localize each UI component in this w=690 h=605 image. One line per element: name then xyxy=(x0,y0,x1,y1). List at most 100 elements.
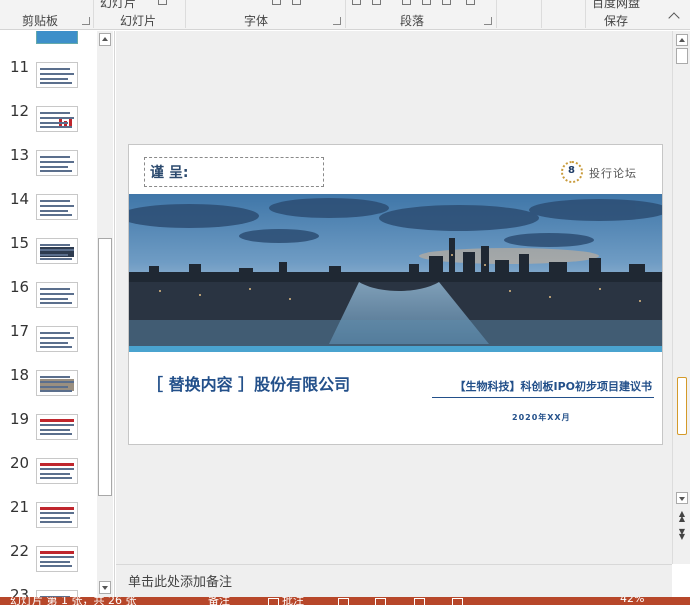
slide-thumbnail-item[interactable]: 19 xyxy=(0,410,96,458)
thumb-text-line xyxy=(40,429,70,431)
present-to-textbox[interactable]: 谨 呈: xyxy=(144,157,324,187)
notes-placeholder: 单击此处添加备注 xyxy=(128,575,233,590)
thumb-text-line xyxy=(40,126,72,128)
baidu-netdisk-button[interactable]: 百度网盘 xyxy=(592,0,640,11)
paragraph-launcher-icon[interactable] xyxy=(484,17,492,25)
slide-thumbnail-image[interactable] xyxy=(36,326,78,352)
thumb-text-line xyxy=(40,258,72,260)
thumb-text-line xyxy=(40,112,70,114)
thumb-text-line xyxy=(40,205,74,207)
slide-number: 20 xyxy=(10,454,30,472)
thumb-text-line xyxy=(40,512,74,514)
slide-thumbnail-image[interactable] xyxy=(36,62,78,88)
normal-view-icon[interactable] xyxy=(338,598,349,605)
thumb-text-line xyxy=(40,376,70,378)
slide-thumbnail-item[interactable]: 14 xyxy=(0,190,96,238)
align-right-icon[interactable] xyxy=(402,0,411,5)
zoom-level[interactable]: 42% xyxy=(620,597,644,605)
slide-thumbnail-image[interactable] xyxy=(36,194,78,220)
clipboard-launcher-icon[interactable] xyxy=(82,17,90,25)
slide-thumbnail-item[interactable]: 17 xyxy=(0,322,96,370)
columns-icon[interactable] xyxy=(442,0,451,5)
slideshow-icon[interactable] xyxy=(452,598,463,605)
slide-thumbnail-item[interactable]: 22 xyxy=(0,542,96,590)
thumb-text-line xyxy=(40,73,74,75)
slide-thumbnail-image[interactable] xyxy=(36,458,78,484)
slide-number: 22 xyxy=(10,542,30,560)
text-direction-icon[interactable] xyxy=(466,0,475,5)
notes-button[interactable]: 备注 xyxy=(208,597,230,605)
editor-scroll-up-button[interactable] xyxy=(676,34,688,46)
slide-sorter-icon[interactable] xyxy=(375,598,386,605)
project-title[interactable]: 【生物科技】科创板IPO初步项目建议书 xyxy=(454,378,652,394)
previous-slide-icon[interactable]: ▲ ▲ xyxy=(678,510,686,523)
font-launcher-icon[interactable] xyxy=(333,17,341,25)
current-slide[interactable]: 谨 呈: 8 投行论坛 ［ 替换内容 ］股份有限公司 【生物科技】科创板IPO初… xyxy=(128,144,663,445)
thumb-red-header xyxy=(40,507,74,510)
slide-editor: 谨 呈: 8 投行论坛 ［ 替换内容 ］股份有限公司 【生物科技】科创板IPO初… xyxy=(116,31,672,564)
slide-thumbnail-item[interactable]: 16 xyxy=(0,278,96,326)
slide-number: 15 xyxy=(10,234,30,252)
slide-number: 17 xyxy=(10,322,30,340)
slide-date[interactable]: 2020年XX月 xyxy=(512,412,571,423)
slide-thumbnail-item[interactable]: 18 xyxy=(0,366,96,414)
logo-number: 8 xyxy=(568,165,575,176)
slide-thumbnail-item[interactable]: 11 xyxy=(0,58,96,106)
thumbnail-scrollbar[interactable] xyxy=(97,31,113,597)
editor-scroll-track-top[interactable] xyxy=(676,48,688,64)
chevron-down-icon xyxy=(679,497,685,501)
justify-icon[interactable] xyxy=(422,0,431,5)
comments-button[interactable]: 批注 xyxy=(282,597,304,605)
align-center-icon[interactable] xyxy=(372,0,381,5)
slide-thumbnail-image[interactable] xyxy=(36,238,78,264)
present-to-label: 谨 呈: xyxy=(150,165,189,181)
accent-band xyxy=(129,346,662,352)
thumb-text-line xyxy=(40,473,70,475)
chevron-up-icon xyxy=(102,37,108,41)
slide-thumbnail-item[interactable]: 23 xyxy=(0,586,96,597)
font-option-icon-2[interactable] xyxy=(292,0,301,5)
thumb-text-line xyxy=(40,302,72,304)
editor-scroll-down-button[interactable] xyxy=(676,492,688,504)
comments-icon[interactable] xyxy=(268,598,279,605)
slide-thumbnail-image[interactable] xyxy=(36,590,78,597)
new-slide-button[interactable]: 幻灯片 xyxy=(100,0,136,11)
scroll-thumb[interactable] xyxy=(98,238,112,496)
slide-thumbnail-image[interactable] xyxy=(36,106,78,132)
reading-view-icon[interactable] xyxy=(414,598,425,605)
company-name[interactable]: ［ 替换内容 ］股份有限公司 xyxy=(147,371,350,395)
align-left-icon[interactable] xyxy=(352,0,361,5)
layout-icon[interactable] xyxy=(158,0,167,5)
slide-thumbnail-item[interactable]: 15 xyxy=(0,234,96,282)
slide-thumbnail-item[interactable]: 21 xyxy=(0,498,96,546)
thumb-text-line xyxy=(40,214,72,216)
scroll-up-button[interactable] xyxy=(99,33,111,46)
slide-thumbnail-image[interactable] xyxy=(36,31,78,44)
notes-pane[interactable]: 单击此处添加备注 xyxy=(116,565,672,597)
slide-thumbnail-item[interactable]: 12 xyxy=(0,102,96,150)
slide-thumbnail-image[interactable] xyxy=(36,414,78,440)
slide-thumbnail-item[interactable]: 20 xyxy=(0,454,96,502)
next-slide-icon[interactable]: ▼ ▼ xyxy=(678,528,686,541)
thumb-text-line xyxy=(40,82,72,84)
thumb-text-line xyxy=(40,161,74,163)
slide-number: 19 xyxy=(10,410,30,428)
editor-scroll-thumb[interactable] xyxy=(677,377,687,435)
thumb-text-line xyxy=(40,477,72,479)
slide-thumbnail-image[interactable] xyxy=(36,282,78,308)
thumb-text-line xyxy=(40,122,68,124)
slide-thumbnail-item[interactable]: 13 xyxy=(0,146,96,194)
thumb-text-line xyxy=(40,68,70,70)
slide-thumbnail-image[interactable] xyxy=(36,502,78,528)
slide-thumbnail-image[interactable] xyxy=(36,546,78,572)
logo: 8 投行论坛 xyxy=(561,161,653,183)
editor-scrollbar[interactable]: ▲ ▲ ▼ ▼ xyxy=(672,31,690,564)
slide-thumbnail-image[interactable] xyxy=(36,150,78,176)
scroll-down-button[interactable] xyxy=(99,581,111,594)
thumb-text-line xyxy=(40,156,70,158)
slide-thumbnail-image[interactable] xyxy=(36,370,78,396)
collapse-ribbon-icon[interactable] xyxy=(668,12,680,24)
font-option-icon[interactable] xyxy=(272,0,281,5)
group-slides: 幻灯片 xyxy=(120,14,157,28)
thumb-text-line xyxy=(40,561,70,563)
